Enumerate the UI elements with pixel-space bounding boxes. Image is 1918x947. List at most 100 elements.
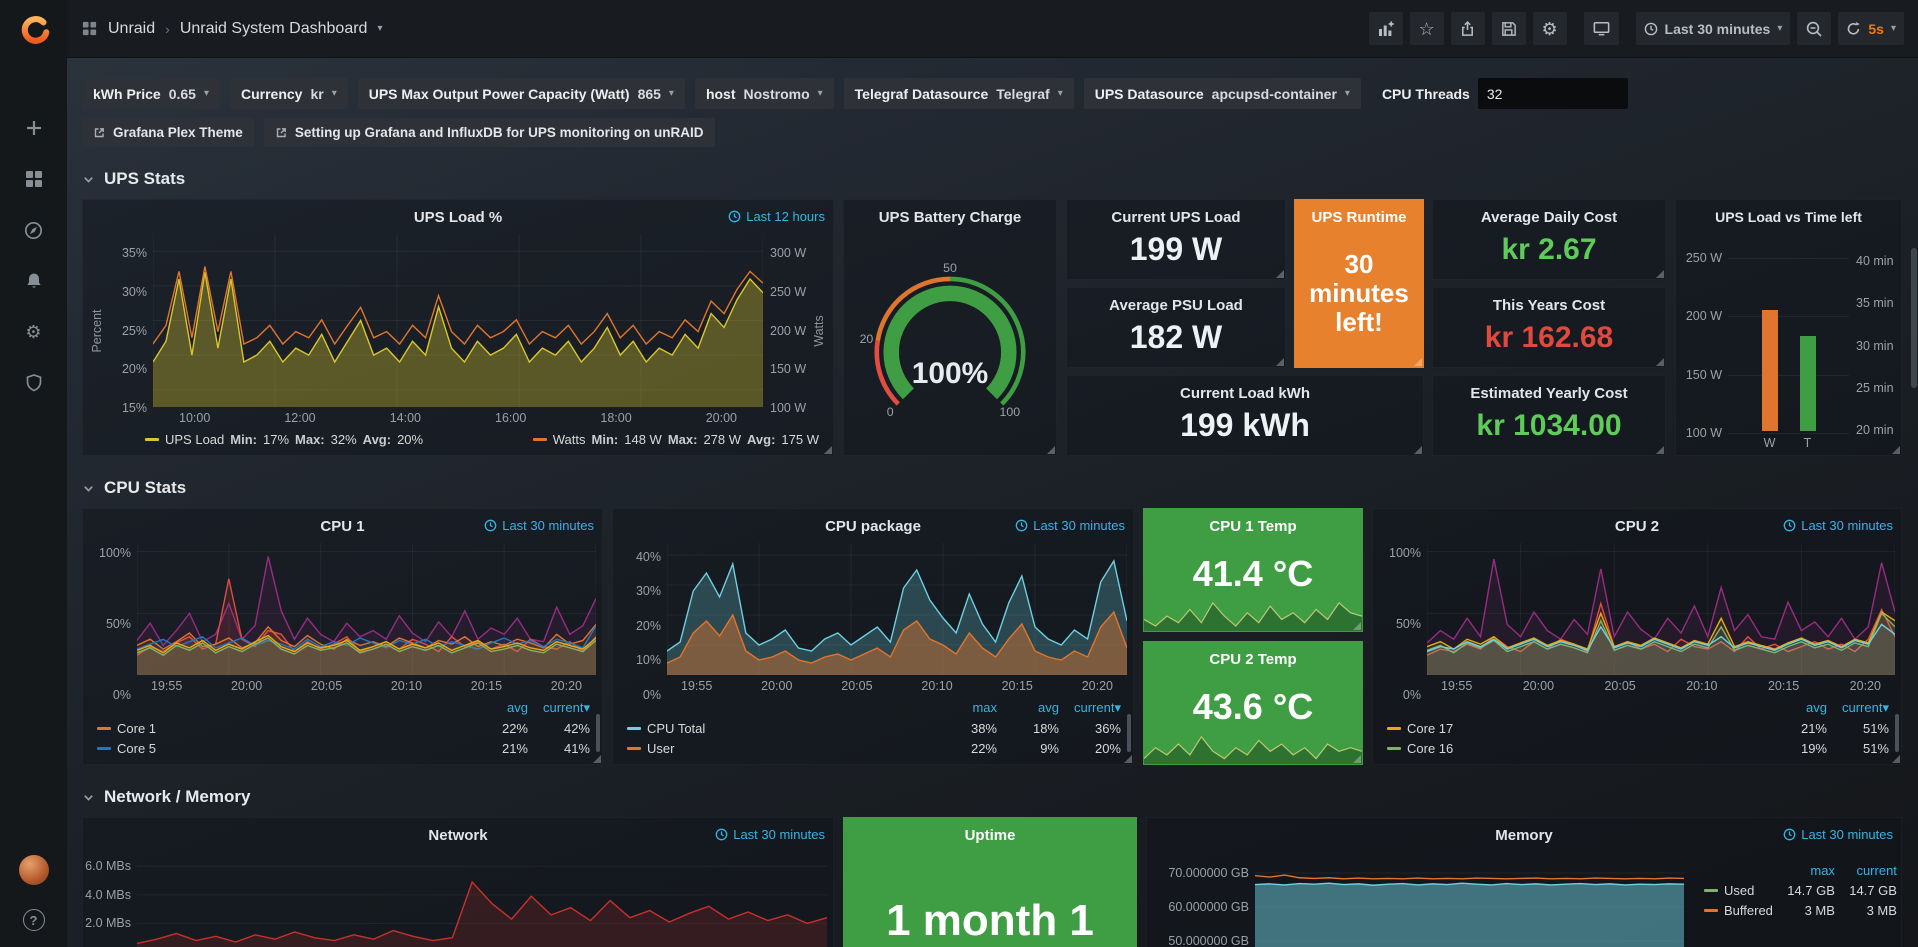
legend-column-header[interactable]: avg [1765, 700, 1827, 716]
share-button[interactable] [1451, 12, 1485, 45]
grafana-logo[interactable] [0, 0, 67, 58]
tv-mode-button[interactable] [1584, 12, 1619, 45]
legend-column-header[interactable]: max [1773, 863, 1835, 878]
panel-header[interactable]: CPU 1 Last 30 minutes [83, 509, 602, 543]
legend-series-name[interactable]: User [627, 741, 935, 756]
breadcrumb-folder[interactable]: Unraid [108, 20, 155, 38]
legend-series-name[interactable]: Core 5 [97, 741, 466, 756]
sidebar-item-server-admin[interactable] [22, 371, 46, 395]
legend-scrollbar[interactable] [1895, 714, 1899, 752]
panel-title[interactable]: Uptime [965, 827, 1016, 844]
resize-handle[interactable] [1414, 446, 1422, 454]
legend-item[interactable]: UPS LoadMin:17%Max:32%Avg:20% [145, 432, 423, 447]
panel-title[interactable]: CPU 2 [1615, 518, 1659, 535]
variable-currency[interactable]: Currencykr▾ [230, 78, 348, 109]
legend-scrollbar[interactable] [1127, 714, 1131, 752]
variable-kwh-price[interactable]: kWh Price0.65▾ [82, 78, 220, 109]
user-avatar[interactable] [19, 855, 49, 885]
legend-column-header[interactable]: avg [466, 700, 528, 716]
memory-chart[interactable]: 70.000000 GB60.000000 GB50.000000 GB [1153, 856, 1690, 947]
legend-series-name[interactable]: Used [1704, 883, 1773, 898]
panel-title[interactable]: Memory [1495, 827, 1553, 844]
panel-title[interactable]: CPU 2 Temp [1209, 651, 1296, 668]
resize-handle[interactable] [1353, 622, 1361, 630]
resize-handle[interactable] [1892, 755, 1900, 763]
panel-header[interactable]: UPS Battery Charge [844, 200, 1056, 234]
variable-host[interactable]: hostNostromo▾ [695, 78, 834, 109]
link-ups-monitoring-guide[interactable]: Setting up Grafana and InfluxDB for UPS … [264, 118, 715, 147]
cpu-package-chart[interactable]: 40%30%20%10%0%19:5520:0020:0520:1020:152… [613, 543, 1133, 697]
page-scrollbar[interactable] [1911, 248, 1917, 388]
panel-title[interactable]: Network [428, 827, 487, 844]
save-button[interactable] [1492, 12, 1526, 45]
ups-load-chart[interactable]: Percent35%30%25%20%15%10:0012:0014:0016:… [83, 234, 833, 429]
sidebar-item-dashboards[interactable] [22, 167, 46, 191]
legend-column-header[interactable]: max [935, 700, 997, 716]
resize-handle[interactable] [824, 446, 832, 454]
legend-series-name[interactable]: Buffered [1704, 903, 1773, 918]
refresh-button[interactable]: 5s ▾ [1838, 12, 1904, 45]
section-header-ups-stats[interactable]: UPS Stats [67, 147, 1918, 199]
panel-header[interactable]: Memory Last 30 minutes [1147, 818, 1901, 852]
panel-header[interactable]: UPS Load vs Time left [1676, 200, 1901, 234]
legend-scrollbar[interactable] [596, 714, 600, 752]
panel-title[interactable]: CPU 1 Temp [1209, 518, 1296, 535]
panel-header[interactable]: Network Last 30 minutes [83, 818, 833, 852]
legend-series-name[interactable]: Core 17 [1387, 721, 1765, 736]
legend-column-header[interactable]: current▾ [528, 700, 590, 716]
panel-title[interactable]: CPU 1 [320, 518, 364, 535]
panel-header[interactable]: CPU package Last 30 minutes [613, 509, 1133, 543]
bar[interactable] [1762, 310, 1778, 431]
variable-telegraf-datasource[interactable]: Telegraf DatasourceTelegraf▾ [844, 78, 1074, 109]
dashboard-title[interactable]: Unraid System Dashboard [180, 20, 368, 38]
panel-header[interactable]: CPU 1 Temp [1144, 509, 1362, 543]
panel-title[interactable]: CPU package [825, 518, 921, 535]
section-header-network-memory[interactable]: Network / Memory [67, 765, 1918, 817]
resize-handle[interactable] [593, 755, 601, 763]
add-panel-button[interactable] [1369, 12, 1403, 45]
resize-handle[interactable] [1656, 446, 1664, 454]
resize-handle[interactable] [1047, 446, 1055, 454]
legend-item[interactable]: WattsMin:148 WMax:278 WAvg:175 W [533, 432, 819, 447]
legend-series-name[interactable]: Core 16 [1387, 741, 1765, 756]
panel-header[interactable]: Uptime [844, 818, 1136, 852]
panel-header[interactable]: UPS Load % Last 12 hours [83, 200, 833, 234]
resize-handle[interactable] [1353, 755, 1361, 763]
resize-handle[interactable] [1276, 270, 1284, 278]
sidebar-item-create[interactable] [22, 116, 46, 140]
zoom-out-button[interactable] [1797, 12, 1831, 45]
panel-header[interactable]: CPU 2 Temp [1144, 642, 1362, 676]
time-range-button[interactable]: Last 30 minutes ▾ [1636, 12, 1791, 45]
resize-handle[interactable] [1656, 270, 1664, 278]
sidebar-item-configuration[interactable]: ⚙ [22, 320, 46, 344]
panel-time-range[interactable]: Last 30 minutes [1783, 518, 1893, 533]
resize-handle[interactable] [1124, 755, 1132, 763]
resize-handle[interactable] [1414, 358, 1422, 366]
sidebar-item-alerting[interactable] [22, 269, 46, 293]
panel-time-range[interactable]: Last 30 minutes [1015, 518, 1125, 533]
panel-time-range[interactable]: Last 30 minutes [484, 518, 594, 533]
breadcrumb[interactable]: Unraid › Unraid System Dashboard ▾ [81, 20, 382, 38]
panel-header[interactable]: CPU 2 Last 30 minutes [1373, 509, 1901, 543]
bar[interactable] [1800, 336, 1816, 432]
legend-column-header[interactable]: avg [997, 700, 1059, 716]
panel-time-range[interactable]: Last 30 minutes [715, 827, 825, 842]
variable-ups-datasource[interactable]: UPS Datasourceapcupsd-container▾ [1084, 78, 1361, 109]
cpu2-chart[interactable]: 100%50%0%19:5520:0020:0520:1020:1520:20 [1373, 543, 1901, 697]
variable-ups-max-output[interactable]: UPS Max Output Power Capacity (Watt)865▾ [358, 78, 685, 109]
legend-series-name[interactable]: CPU Total [627, 721, 935, 736]
star-button[interactable]: ☆ [1410, 12, 1444, 45]
cpu-threads-input[interactable] [1478, 78, 1628, 109]
resize-handle[interactable] [1656, 358, 1664, 366]
resize-handle[interactable] [1276, 358, 1284, 366]
legend-column-header[interactable]: current▾ [1059, 700, 1121, 716]
network-chart[interactable]: 6.0 MBs4.0 MBs2.0 MBs [83, 852, 833, 947]
panel-time-range[interactable]: Last 30 minutes [1783, 827, 1893, 842]
sidebar-item-help[interactable]: ? [23, 909, 45, 931]
legend-column-header[interactable]: current▾ [1827, 700, 1889, 716]
resize-handle[interactable] [1892, 446, 1900, 454]
panel-title[interactable]: UPS Battery Charge [879, 209, 1022, 226]
panel-time-range[interactable]: Last 12 hours [728, 209, 825, 224]
panel-title[interactable]: UPS Load vs Time left [1715, 209, 1862, 225]
legend-column-header[interactable]: current [1835, 863, 1897, 878]
